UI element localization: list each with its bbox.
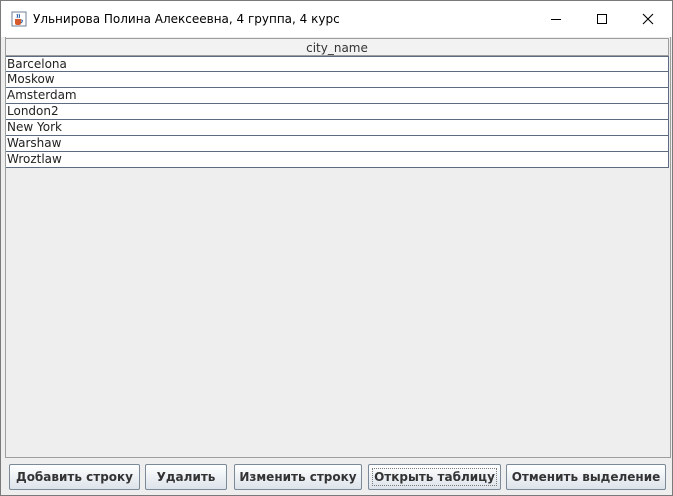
minimize-button[interactable] <box>533 1 579 37</box>
title-bar[interactable]: Ульнирова Полина Алексеевна, 4 группа, 4… <box>1 1 672 37</box>
table-row[interactable]: Moskow <box>6 72 669 88</box>
java-cup-icon <box>11 11 27 27</box>
minimize-icon <box>550 10 562 29</box>
close-icon <box>642 10 654 29</box>
table-body: Barcelona Moskow Amsterdam London2 New Y… <box>6 56 669 168</box>
open-table-button[interactable]: Открыть таблицу <box>368 464 501 490</box>
window-title: Ульнирова Полина Алексеевна, 4 группа, 4… <box>33 12 340 26</box>
button-bar: Добавить строку Удалить Изменить строку … <box>5 458 669 494</box>
open-table-label: Открыть таблицу <box>372 468 497 486</box>
maximize-icon <box>596 10 608 29</box>
table-row[interactable]: London2 <box>6 104 669 120</box>
app-window: Ульнирова Полина Алексеевна, 4 группа, 4… <box>0 0 673 496</box>
add-row-button[interactable]: Добавить строку <box>9 464 140 490</box>
cancel-selection-button[interactable]: Отменить выделение <box>506 464 666 490</box>
column-header-city-name[interactable]: city_name <box>6 38 669 56</box>
edit-row-button[interactable]: Изменить строку <box>234 464 362 490</box>
table-row[interactable]: Wroztlaw <box>6 152 669 168</box>
table-row[interactable]: Warshaw <box>6 136 669 152</box>
maximize-button[interactable] <box>579 1 625 37</box>
table-row[interactable]: Amsterdam <box>6 88 669 104</box>
table-row[interactable]: New York <box>6 120 669 136</box>
delete-button[interactable]: Удалить <box>145 464 227 490</box>
table-row[interactable]: Barcelona <box>6 56 669 72</box>
close-button[interactable] <box>625 1 671 37</box>
table-scroll-pane: city_name Barcelona Moskow Amsterdam Lon… <box>5 37 671 458</box>
